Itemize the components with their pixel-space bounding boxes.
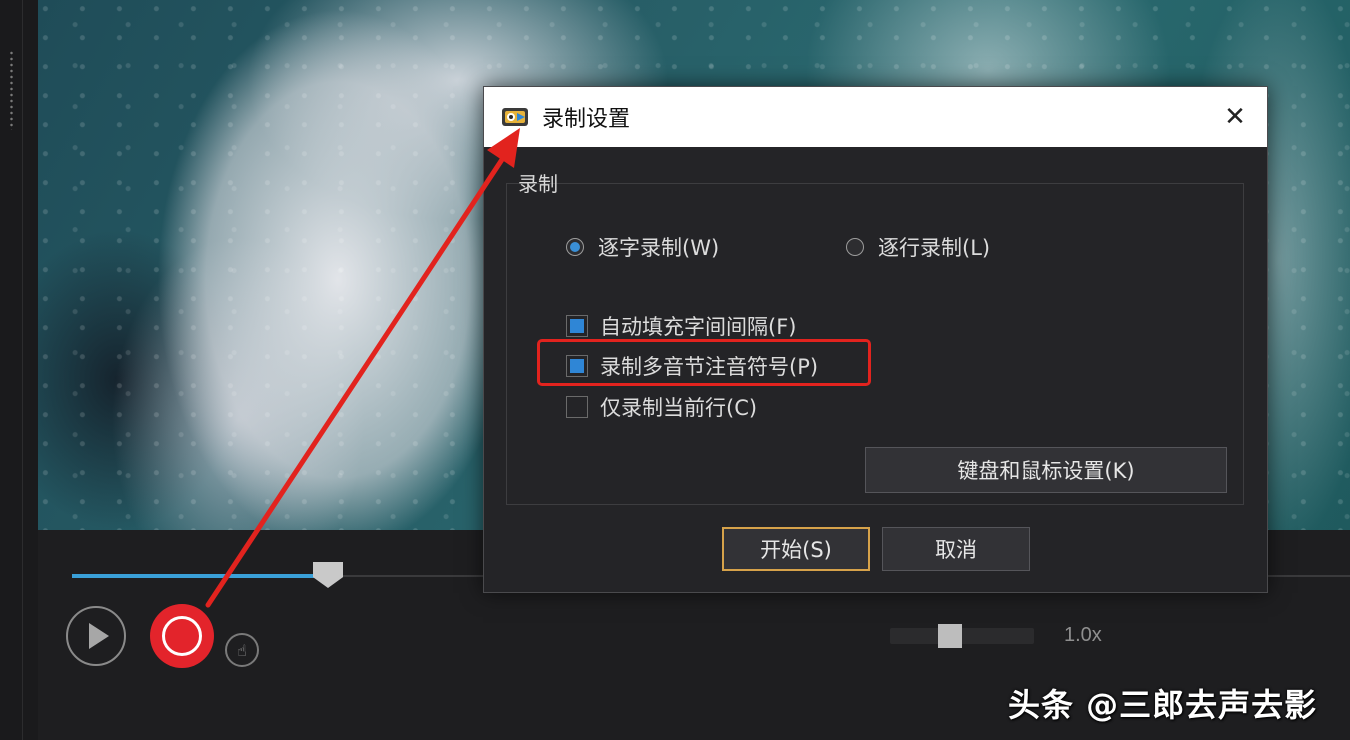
- speed-label: 1.0x: [1064, 624, 1102, 646]
- speed-slider-handle[interactable]: [938, 624, 962, 648]
- annotation-highlight-box: [537, 339, 871, 386]
- timeline-progress: [72, 574, 328, 578]
- hand-pointer-icon: ☝: [237, 640, 247, 660]
- checkbox-autofill-spacing[interactable]: 自动填充字间间隔(F): [566, 311, 796, 341]
- drag-handle-dots[interactable]: [10, 50, 13, 130]
- left-panel-edge: [0, 0, 38, 740]
- checkbox-current-line-only[interactable]: 仅录制当前行(C): [566, 392, 757, 422]
- app-icon: [502, 108, 528, 126]
- record-button[interactable]: [150, 604, 214, 668]
- play-icon: [89, 623, 109, 649]
- start-button[interactable]: 开始(S): [722, 527, 870, 571]
- speed-slider-track[interactable]: [890, 628, 1034, 644]
- close-icon: ✕: [1224, 102, 1246, 132]
- radio-char-by-char[interactable]: 逐字录制(W): [566, 232, 719, 262]
- radio-indicator: [846, 238, 864, 256]
- radio-line-by-line[interactable]: 逐行录制(L): [846, 232, 990, 262]
- radio-indicator: [566, 238, 584, 256]
- left-divider: [22, 0, 23, 740]
- checkbox-label: 自动填充字间间隔(F): [600, 315, 797, 339]
- dialog-title: 录制设置: [542, 107, 631, 132]
- record-icon: [162, 616, 202, 656]
- checkbox-label: 仅录制当前行(C): [600, 396, 758, 420]
- radio-label: 逐字录制(W): [598, 236, 720, 260]
- group-label: 录制: [518, 172, 558, 196]
- play-button[interactable]: [66, 606, 126, 666]
- close-button[interactable]: ✕: [1217, 99, 1253, 135]
- radio-label: 逐行录制(L): [878, 236, 991, 260]
- checkbox-indicator: [566, 396, 588, 418]
- checkbox-indicator: [566, 315, 588, 337]
- cancel-button[interactable]: 取消: [882, 527, 1030, 571]
- hand-pointer-button[interactable]: ☝: [225, 633, 259, 667]
- watermark: 头条 @三郎去声去影: [1008, 686, 1318, 724]
- keyboard-mouse-settings-button[interactable]: 键盘和鼠标设置(K): [865, 447, 1227, 493]
- dialog-titlebar[interactable]: 录制设置 ✕: [484, 87, 1267, 147]
